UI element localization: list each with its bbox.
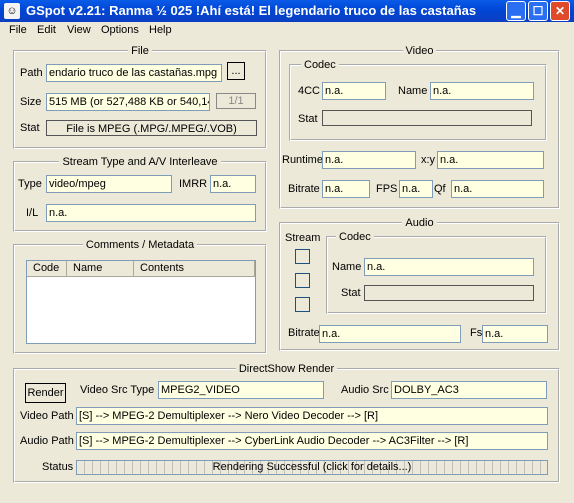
audio-path-field[interactable]: [S] --> MPEG-2 Demultiplexer --> CyberLi… — [76, 432, 548, 450]
audio-name-label: Name — [332, 261, 362, 273]
render-button[interactable]: Render — [25, 383, 66, 403]
close-button[interactable]: ✕ — [550, 1, 570, 21]
audio-stat-label: Stat — [341, 287, 361, 299]
browse-button[interactable]: ... — [227, 62, 245, 80]
video-stat-field — [322, 110, 532, 126]
size-label: Size — [20, 96, 42, 108]
column-header-name[interactable]: Name — [67, 261, 134, 277]
audio-stream-checkbox-2[interactable] — [295, 273, 310, 288]
audio-codec-legend: Codec — [339, 231, 371, 243]
type-label: Type — [18, 178, 42, 190]
qf-label: Qf — [434, 183, 446, 195]
menu-view[interactable]: View — [67, 24, 91, 36]
il-label: I/L — [26, 207, 39, 219]
video-name-field[interactable]: n.a. — [430, 82, 534, 100]
video-path-field[interactable]: [S] --> MPEG-2 Demultiplexer --> Nero Vi… — [76, 407, 548, 425]
audio-legend: Audio — [405, 217, 434, 229]
video-bitrate-field[interactable]: n.a. — [322, 180, 370, 198]
menu-edit[interactable]: Edit — [37, 24, 56, 36]
imrr-label: IMRR — [179, 178, 208, 190]
fourcc-label: 4CC — [298, 85, 321, 97]
file-stat-field: File is MPEG (.MPG/.MPEG/.VOB) — [46, 120, 257, 136]
video-name-label: Name — [398, 85, 428, 97]
qf-field[interactable]: n.a. — [451, 180, 544, 198]
fs-label: Fs — [470, 327, 483, 339]
menu-options[interactable]: Options — [101, 24, 139, 36]
menu-bar: File Edit View Options Help — [0, 22, 574, 40]
audio-src-label: Audio Src — [341, 384, 389, 396]
video-path-label: Video Path — [20, 410, 74, 422]
fs-field[interactable]: n.a. — [482, 325, 548, 343]
il-field[interactable]: n.a. — [46, 204, 256, 222]
fps-field[interactable]: n.a. — [399, 180, 433, 198]
runtime-field[interactable]: n.a. — [322, 151, 416, 169]
window-title: GSpot v2.21: Ranma ½ 025 !Ahí está! El l… — [26, 3, 477, 18]
fps-label: FPS — [376, 183, 398, 195]
runtime-label: Runtime — [282, 154, 323, 166]
column-header-contents[interactable]: Contents — [134, 261, 255, 277]
file-stat-label: Stat — [20, 122, 40, 134]
audio-name-field[interactable]: n.a. — [364, 258, 534, 276]
audio-stream-checkbox-3[interactable] — [295, 297, 310, 312]
comments-list[interactable]: Code Name Contents — [26, 260, 256, 344]
path-field[interactable]: endario truco de las castañas.mpg — [46, 64, 222, 82]
audio-stream-label: Stream — [285, 232, 321, 244]
menu-help[interactable]: Help — [149, 24, 172, 36]
video-src-field[interactable]: MPEG2_VIDEO — [158, 381, 324, 399]
column-header-code[interactable]: Code — [27, 261, 67, 277]
maximize-button[interactable]: ☐ — [528, 1, 548, 21]
minimize-button[interactable]: ▁ — [506, 1, 526, 21]
audio-src-field[interactable]: DOLBY_AC3 — [391, 381, 547, 399]
file-legend: File — [131, 45, 149, 57]
audio-stat-field — [364, 285, 534, 301]
audio-stream-checkbox-1[interactable] — [295, 249, 310, 264]
video-codec-group: Codec — [289, 59, 547, 141]
status-bar[interactable]: Rendering Successful (click for details.… — [76, 460, 548, 475]
video-bitrate-label: Bitrate — [288, 183, 320, 195]
xy-label: x:y — [421, 154, 436, 166]
app-icon[interactable]: ☺ — [4, 3, 20, 19]
type-field[interactable]: video/mpeg — [46, 175, 172, 193]
stream-type-legend: Stream Type and A/V Interleave — [62, 156, 218, 168]
fourcc-field[interactable]: n.a. — [322, 82, 386, 100]
size-field[interactable]: 515 MB (or 527,488 KB or 540,14 — [46, 93, 210, 111]
title-bar[interactable]: ☺ GSpot v2.21: Ranma ½ 025 !Ahí está! El… — [0, 0, 574, 22]
audio-bitrate-label: Bitrate — [288, 327, 320, 339]
video-codec-legend: Codec — [304, 59, 336, 71]
comments-legend: Comments / Metadata — [85, 239, 195, 251]
path-label: Path — [20, 67, 43, 79]
audio-path-label: Audio Path — [20, 435, 74, 447]
page-indicator: 1/1 — [216, 93, 256, 109]
directshow-render-legend: DirectShow Render — [238, 363, 335, 375]
video-legend: Video — [405, 45, 434, 57]
xy-field[interactable]: n.a. — [437, 151, 544, 169]
menu-file[interactable]: File — [9, 24, 27, 36]
audio-bitrate-field[interactable]: n.a. — [319, 325, 461, 343]
video-stat-label: Stat — [298, 113, 318, 125]
status-label: Status — [42, 461, 74, 473]
video-src-label: Video Src Type — [80, 384, 155, 396]
imrr-field[interactable]: n.a. — [210, 175, 256, 193]
